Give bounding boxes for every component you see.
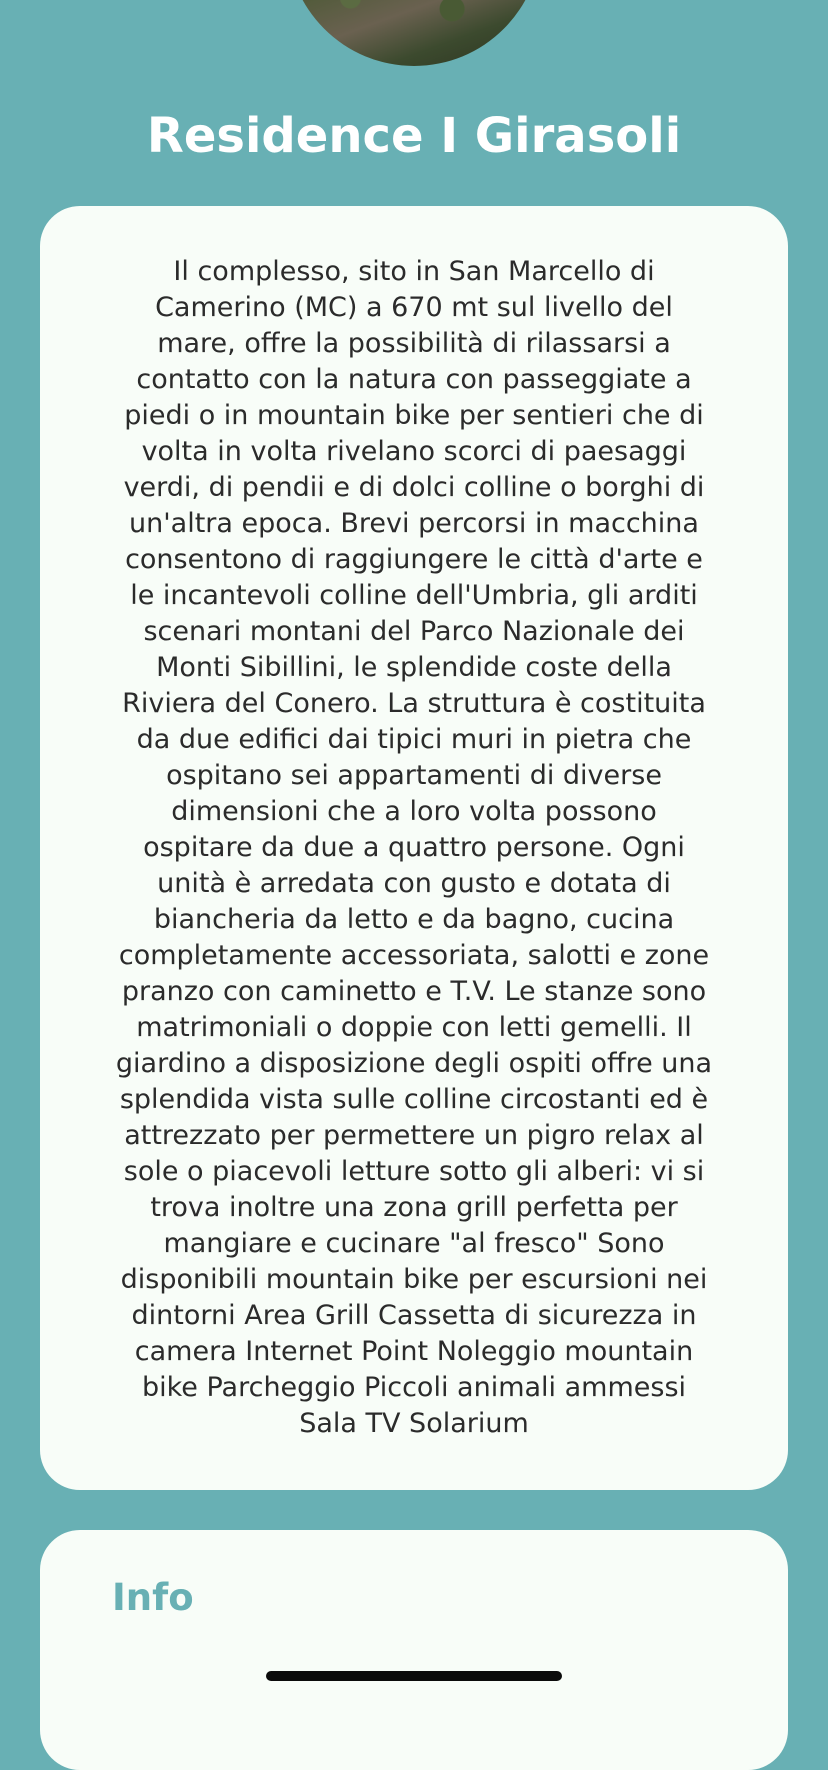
info-card: Info bbox=[40, 1530, 788, 1770]
description-card: Il complesso, sito in San Marcello di Ca… bbox=[40, 206, 788, 1490]
residence-photo bbox=[287, 0, 541, 66]
page-title: Residence I Girasoli bbox=[146, 108, 682, 164]
info-heading: Info bbox=[112, 1576, 194, 1619]
description-text: Il complesso, sito in San Marcello di Ca… bbox=[115, 256, 713, 1439]
home-indicator[interactable] bbox=[266, 1671, 562, 1681]
